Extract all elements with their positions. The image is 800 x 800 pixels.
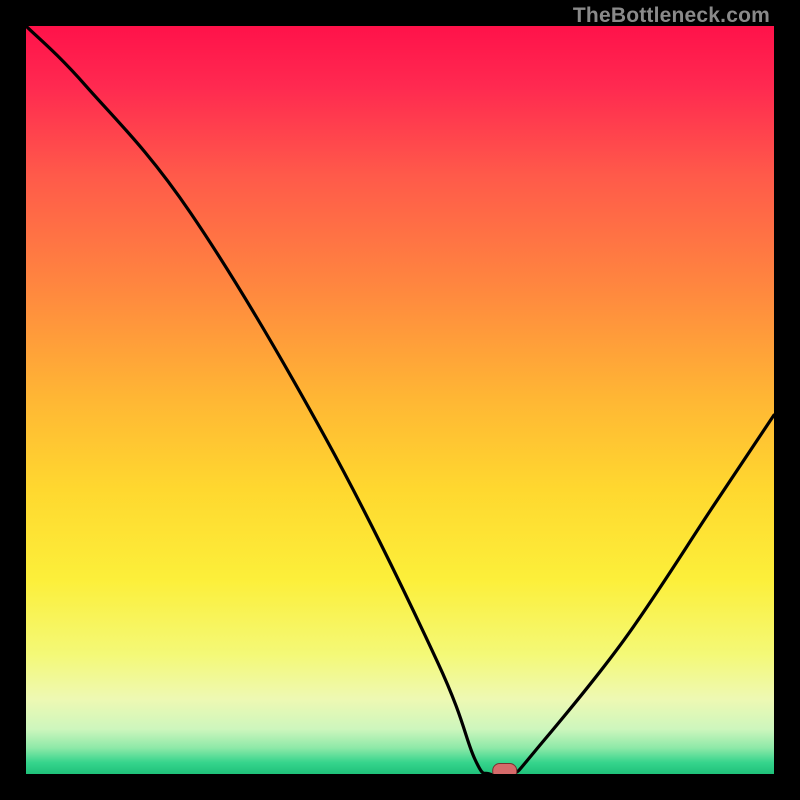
attribution-label: TheBottleneck.com	[573, 4, 770, 28]
plot-area	[26, 26, 774, 774]
gradient-background	[26, 26, 774, 774]
chart-container: TheBottleneck.com	[0, 0, 800, 800]
bottleneck-chart	[26, 26, 774, 774]
optimal-marker	[493, 764, 517, 775]
